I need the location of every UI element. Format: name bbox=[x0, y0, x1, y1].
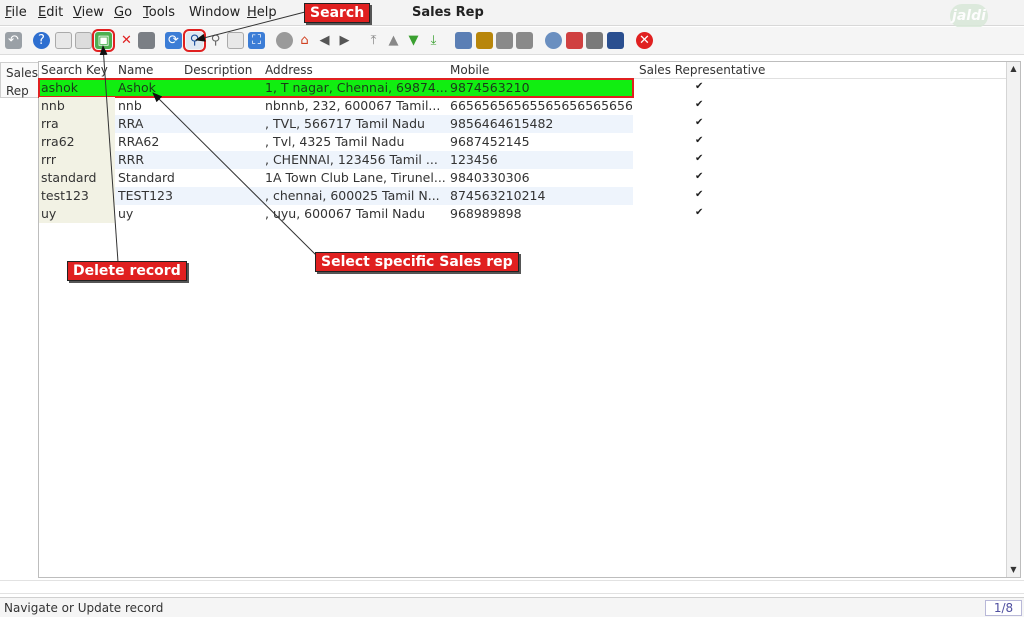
copy-record-icon[interactable] bbox=[75, 32, 92, 49]
close-icon[interactable]: ✕ bbox=[636, 32, 653, 49]
column-header-address[interactable]: Address bbox=[265, 63, 447, 77]
vertical-scrollbar[interactable]: ▲ ▼ bbox=[1006, 62, 1020, 577]
menu-view[interactable]: View bbox=[73, 5, 104, 20]
next-record-icon[interactable]: ▼ bbox=[405, 32, 422, 49]
delete-record-icon[interactable]: ▣ bbox=[92, 29, 115, 52]
status-message: Navigate or Update record bbox=[4, 601, 164, 615]
process-icon[interactable] bbox=[586, 32, 603, 49]
grid-header: Search Key Name Description Address Mobi… bbox=[39, 62, 1007, 79]
history-icon[interactable] bbox=[276, 32, 293, 49]
sales-rep-checkbox[interactable]: ✔ bbox=[695, 190, 705, 200]
cancel-icon[interactable]: ✕ bbox=[118, 32, 135, 49]
horizontal-scrollbar[interactable] bbox=[0, 580, 1024, 594]
search-callout: Search bbox=[304, 3, 371, 23]
table-row[interactable]: rrr RRR , CHENNAI, 123456 Tamil ... 1234… bbox=[39, 151, 703, 169]
column-header-name[interactable]: Name bbox=[118, 63, 182, 77]
record-count[interactable]: 1/8 bbox=[985, 600, 1022, 616]
column-header-sales-representative[interactable]: Sales Representative bbox=[639, 63, 799, 77]
menu-edit[interactable]: Edit bbox=[38, 5, 63, 20]
scroll-up-icon[interactable]: ▲ bbox=[1008, 63, 1019, 74]
column-header-description[interactable]: Description bbox=[184, 63, 262, 77]
sales-rep-checkbox[interactable]: ✔ bbox=[695, 172, 705, 182]
report-icon[interactable] bbox=[455, 32, 472, 49]
menu-file[interactable]: File bbox=[5, 5, 27, 20]
product-info-icon[interactable] bbox=[607, 32, 624, 49]
sales-rep-grid: Search Key Name Description Address Mobi… bbox=[38, 61, 1021, 578]
workflow-icon[interactable] bbox=[566, 32, 583, 49]
print-icon[interactable] bbox=[516, 32, 533, 49]
table-row[interactable]: rra RRA , TVL, 566717 Tamil Nadu 9856464… bbox=[39, 115, 703, 133]
zoom-icon[interactable] bbox=[545, 32, 562, 49]
archive-icon[interactable] bbox=[476, 32, 493, 49]
chat-icon[interactable] bbox=[227, 32, 244, 49]
undo-icon[interactable]: ↶ bbox=[5, 32, 22, 49]
tab-sales-rep[interactable]: Sales Rep bbox=[0, 62, 38, 98]
first-record-icon[interactable]: ⤒ bbox=[365, 32, 382, 49]
jaldi-logo: jaldi bbox=[950, 4, 988, 28]
menu-tools[interactable]: Tools bbox=[143, 5, 175, 20]
select-rep-callout: Select specific Sales rep bbox=[315, 252, 519, 272]
sales-rep-checkbox[interactable]: ✔ bbox=[695, 100, 705, 110]
window-title: Sales Rep bbox=[412, 5, 484, 20]
sales-rep-checkbox[interactable]: ✔ bbox=[695, 118, 705, 128]
sales-rep-checkbox[interactable]: ✔ bbox=[695, 136, 705, 146]
sales-rep-checkbox[interactable]: ✔ bbox=[695, 208, 705, 218]
sales-rep-checkbox[interactable]: ✔ bbox=[695, 154, 705, 164]
table-row[interactable]: test123 TEST123 , chennai, 600025 Tamil … bbox=[39, 187, 703, 205]
scroll-down-icon[interactable]: ▼ bbox=[1008, 564, 1019, 575]
delete-record-callout: Delete record bbox=[67, 261, 187, 281]
table-row[interactable]: standard Standard 1A Town Club Lane, Tir… bbox=[39, 169, 703, 187]
save-icon[interactable] bbox=[138, 32, 155, 49]
next-icon[interactable]: ▶ bbox=[336, 32, 353, 49]
last-record-icon[interactable]: ⤓ bbox=[425, 32, 442, 49]
previous-icon[interactable]: ◀ bbox=[316, 32, 333, 49]
sales-rep-checkbox[interactable]: ✔ bbox=[695, 82, 705, 92]
menu-bar: File Edit View Go Tools Window Help Sale… bbox=[0, 0, 1024, 28]
status-bar: Navigate or Update record 1/8 bbox=[0, 597, 1024, 617]
column-header-search-key[interactable]: Search Key bbox=[41, 63, 115, 77]
new-record-icon[interactable] bbox=[55, 32, 72, 49]
column-header-mobile[interactable]: Mobile bbox=[450, 63, 636, 77]
grid-toggle-icon[interactable]: ⛶ bbox=[248, 32, 265, 49]
home-icon[interactable]: ⌂ bbox=[296, 32, 313, 49]
menu-help[interactable]: Help bbox=[247, 5, 277, 20]
refresh-icon[interactable]: ⟳ bbox=[165, 32, 182, 49]
toolbar: ↶ ? ▣ ✕ ⟳ ⚲ ⚲ ⛶ ⌂ ◀ ▶ ⤒ ▲ ▼ ⤓ ✕ bbox=[0, 27, 1024, 55]
menu-go[interactable]: Go bbox=[114, 5, 132, 20]
table-row[interactable]: uy uy , uyu, 600067 Tamil Nadu 968989898… bbox=[39, 205, 703, 223]
table-row[interactable]: ashok Ashok 1, T nagar, Chennai, 69874..… bbox=[38, 78, 703, 98]
search-icon[interactable]: ⚲ bbox=[183, 29, 206, 52]
table-row[interactable]: rra62 RRA62 , Tvl, 4325 Tamil Nadu 96874… bbox=[39, 133, 703, 151]
previous-record-icon[interactable]: ▲ bbox=[385, 32, 402, 49]
help-icon[interactable]: ? bbox=[33, 32, 50, 49]
table-row[interactable]: nnb nnb nbnnb, 232, 600067 Tamil... 6656… bbox=[39, 97, 703, 115]
attachment-icon[interactable]: ⚲ bbox=[207, 32, 224, 49]
print-preview-icon[interactable] bbox=[496, 32, 513, 49]
menu-window[interactable]: Window bbox=[189, 5, 240, 20]
